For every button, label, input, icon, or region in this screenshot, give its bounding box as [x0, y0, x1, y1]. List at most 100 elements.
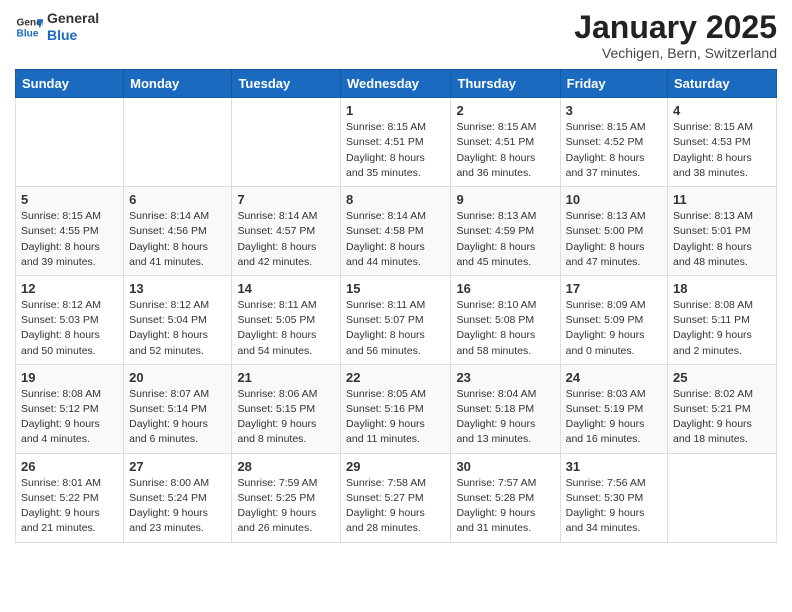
day-info: Sunrise: 8:15 AMSunset: 4:55 PMDaylight:… — [21, 209, 118, 270]
day-number: 28 — [237, 459, 335, 474]
day-number: 13 — [129, 281, 226, 296]
day-number: 14 — [237, 281, 335, 296]
day-number: 1 — [346, 103, 445, 118]
day-number: 18 — [673, 281, 771, 296]
day-number: 26 — [21, 459, 118, 474]
day-info: Sunrise: 8:04 AMSunset: 5:18 PMDaylight:… — [456, 387, 554, 448]
day-number: 29 — [346, 459, 445, 474]
day-info: Sunrise: 7:58 AMSunset: 5:27 PMDaylight:… — [346, 476, 445, 537]
month-title: January 2025 — [574, 10, 777, 45]
day-info: Sunrise: 8:12 AMSunset: 5:04 PMDaylight:… — [129, 298, 226, 359]
day-info: Sunrise: 8:13 AMSunset: 4:59 PMDaylight:… — [456, 209, 554, 270]
calendar-cell: 26 Sunrise: 8:01 AMSunset: 5:22 PMDayligh… — [16, 453, 124, 542]
day-info: Sunrise: 8:05 AMSunset: 5:16 PMDaylight:… — [346, 387, 445, 448]
calendar-cell: 23 Sunrise: 8:04 AMSunset: 5:18 PMDayligh… — [451, 364, 560, 453]
day-info: Sunrise: 8:03 AMSunset: 5:19 PMDaylight:… — [566, 387, 662, 448]
day-number: 10 — [566, 192, 662, 207]
day-info: Sunrise: 8:12 AMSunset: 5:03 PMDaylight:… — [21, 298, 118, 359]
calendar-cell: 30 Sunrise: 7:57 AMSunset: 5:28 PMDayligh… — [451, 453, 560, 542]
calendar-cell: 14 Sunrise: 8:11 AMSunset: 5:05 PMDayligh… — [232, 275, 341, 364]
column-header-friday: Friday — [560, 70, 667, 98]
column-header-monday: Monday — [124, 70, 232, 98]
day-info: Sunrise: 7:56 AMSunset: 5:30 PMDaylight:… — [566, 476, 662, 537]
calendar-cell: 2 Sunrise: 8:15 AMSunset: 4:51 PMDaylight… — [451, 98, 560, 187]
day-info: Sunrise: 8:06 AMSunset: 5:15 PMDaylight:… — [237, 387, 335, 448]
day-info: Sunrise: 8:08 AMSunset: 5:12 PMDaylight:… — [21, 387, 118, 448]
day-info: Sunrise: 8:15 AMSunset: 4:51 PMDaylight:… — [456, 120, 554, 181]
day-number: 6 — [129, 192, 226, 207]
header: General Blue General Blue January 2025 V… — [15, 10, 777, 61]
calendar-cell: 7Sunrise: 8:14 AMSunset: 4:57 PMDaylight… — [232, 187, 341, 276]
title-block: January 2025 Vechigen, Bern, Switzerland — [574, 10, 777, 61]
week-row-3: 12 Sunrise: 8:12 AMSunset: 5:03 PMDayligh… — [16, 275, 777, 364]
day-info: Sunrise: 8:02 AMSunset: 5:21 PMDaylight:… — [673, 387, 771, 448]
calendar-cell: 5 Sunrise: 8:15 AMSunset: 4:55 PMDaylight… — [16, 187, 124, 276]
day-number: 12 — [21, 281, 118, 296]
week-row-2: 5 Sunrise: 8:15 AMSunset: 4:55 PMDaylight… — [16, 187, 777, 276]
day-info: Sunrise: 8:09 AMSunset: 5:09 PMDaylight:… — [566, 298, 662, 359]
day-number: 5 — [21, 192, 118, 207]
calendar-cell: 11 Sunrise: 8:13 AMSunset: 5:01 PMDayligh… — [668, 187, 777, 276]
calendar-cell: 18 Sunrise: 8:08 AMSunset: 5:11 PMDayligh… — [668, 275, 777, 364]
day-number: 25 — [673, 370, 771, 385]
column-header-saturday: Saturday — [668, 70, 777, 98]
day-info: Sunrise: 8:13 AMSunset: 5:01 PMDaylight:… — [673, 209, 771, 270]
day-info: Sunrise: 8:08 AMSunset: 5:11 PMDaylight:… — [673, 298, 771, 359]
day-info: Sunrise: 8:00 AMSunset: 5:24 PMDaylight:… — [129, 476, 226, 537]
day-info: Sunrise: 8:11 AMSunset: 5:07 PMDaylight:… — [346, 298, 445, 359]
calendar-cell: 24 Sunrise: 8:03 AMSunset: 5:19 PMDayligh… — [560, 364, 667, 453]
day-number: 24 — [566, 370, 662, 385]
day-number: 3 — [566, 103, 662, 118]
calendar-cell: 9Sunrise: 8:13 AMSunset: 4:59 PMDaylight… — [451, 187, 560, 276]
day-number: 4 — [673, 103, 771, 118]
column-header-tuesday: Tuesday — [232, 70, 341, 98]
day-number: 15 — [346, 281, 445, 296]
logo-blue-text: Blue — [47, 27, 99, 44]
day-number: 7 — [237, 192, 335, 207]
calendar-table: SundayMondayTuesdayWednesdayThursdayFrid… — [15, 69, 777, 542]
day-number: 20 — [129, 370, 226, 385]
calendar-cell: 12 Sunrise: 8:12 AMSunset: 5:03 PMDayligh… — [16, 275, 124, 364]
day-number: 27 — [129, 459, 226, 474]
calendar-cell — [16, 98, 124, 187]
calendar-cell: 8 Sunrise: 8:14 AMSunset: 4:58 PMDaylight… — [341, 187, 451, 276]
calendar-cell: 4 Sunrise: 8:15 AMSunset: 4:53 PMDaylight… — [668, 98, 777, 187]
calendar-cell: 6 Sunrise: 8:14 AMSunset: 4:56 PMDaylight… — [124, 187, 232, 276]
day-number: 31 — [566, 459, 662, 474]
day-number: 8 — [346, 192, 445, 207]
header-row: SundayMondayTuesdayWednesdayThursdayFrid… — [16, 70, 777, 98]
logo-general-text: General — [47, 10, 99, 27]
calendar-cell: 27 Sunrise: 8:00 AMSunset: 5:24 PMDayligh… — [124, 453, 232, 542]
week-row-1: 1 Sunrise: 8:15 AMSunset: 4:51 PMDaylight… — [16, 98, 777, 187]
calendar-cell: 3 Sunrise: 8:15 AMSunset: 4:52 PMDaylight… — [560, 98, 667, 187]
day-info: Sunrise: 8:11 AMSunset: 5:05 PMDaylight:… — [237, 298, 335, 359]
day-number: 30 — [456, 459, 554, 474]
calendar-cell: 1 Sunrise: 8:15 AMSunset: 4:51 PMDaylight… — [341, 98, 451, 187]
day-info: Sunrise: 8:15 AMSunset: 4:52 PMDaylight:… — [566, 120, 662, 181]
calendar-cell: 20Sunrise: 8:07 AMSunset: 5:14 PMDayligh… — [124, 364, 232, 453]
day-info: Sunrise: 8:15 AMSunset: 4:53 PMDaylight:… — [673, 120, 771, 181]
calendar-cell: 25 Sunrise: 8:02 AMSunset: 5:21 PMDayligh… — [668, 364, 777, 453]
calendar-cell: 15 Sunrise: 8:11 AMSunset: 5:07 PMDayligh… — [341, 275, 451, 364]
calendar-cell: 29 Sunrise: 7:58 AMSunset: 5:27 PMDayligh… — [341, 453, 451, 542]
day-number: 23 — [456, 370, 554, 385]
calendar-cell: 19Sunrise: 8:08 AMSunset: 5:12 PMDayligh… — [16, 364, 124, 453]
day-number: 2 — [456, 103, 554, 118]
location: Vechigen, Bern, Switzerland — [574, 45, 777, 61]
day-info: Sunrise: 8:13 AMSunset: 5:00 PMDaylight:… — [566, 209, 662, 270]
day-info: Sunrise: 7:57 AMSunset: 5:28 PMDaylight:… — [456, 476, 554, 537]
calendar-cell: 13 Sunrise: 8:12 AMSunset: 5:04 PMDayligh… — [124, 275, 232, 364]
day-info: Sunrise: 8:14 AMSunset: 4:58 PMDaylight:… — [346, 209, 445, 270]
calendar-cell — [124, 98, 232, 187]
day-info: Sunrise: 8:01 AMSunset: 5:22 PMDaylight:… — [21, 476, 118, 537]
day-number: 11 — [673, 192, 771, 207]
calendar-cell: 28Sunrise: 7:59 AMSunset: 5:25 PMDayligh… — [232, 453, 341, 542]
calendar-cell: 16Sunrise: 8:10 AMSunset: 5:08 PMDayligh… — [451, 275, 560, 364]
calendar-cell — [668, 453, 777, 542]
day-info: Sunrise: 8:15 AMSunset: 4:51 PMDaylight:… — [346, 120, 445, 181]
logo-icon: General Blue — [15, 13, 43, 41]
day-info: Sunrise: 8:14 AMSunset: 4:56 PMDaylight:… — [129, 209, 226, 270]
calendar-cell: 10 Sunrise: 8:13 AMSunset: 5:00 PMDayligh… — [560, 187, 667, 276]
week-row-4: 19Sunrise: 8:08 AMSunset: 5:12 PMDayligh… — [16, 364, 777, 453]
calendar-cell: 22Sunrise: 8:05 AMSunset: 5:16 PMDayligh… — [341, 364, 451, 453]
